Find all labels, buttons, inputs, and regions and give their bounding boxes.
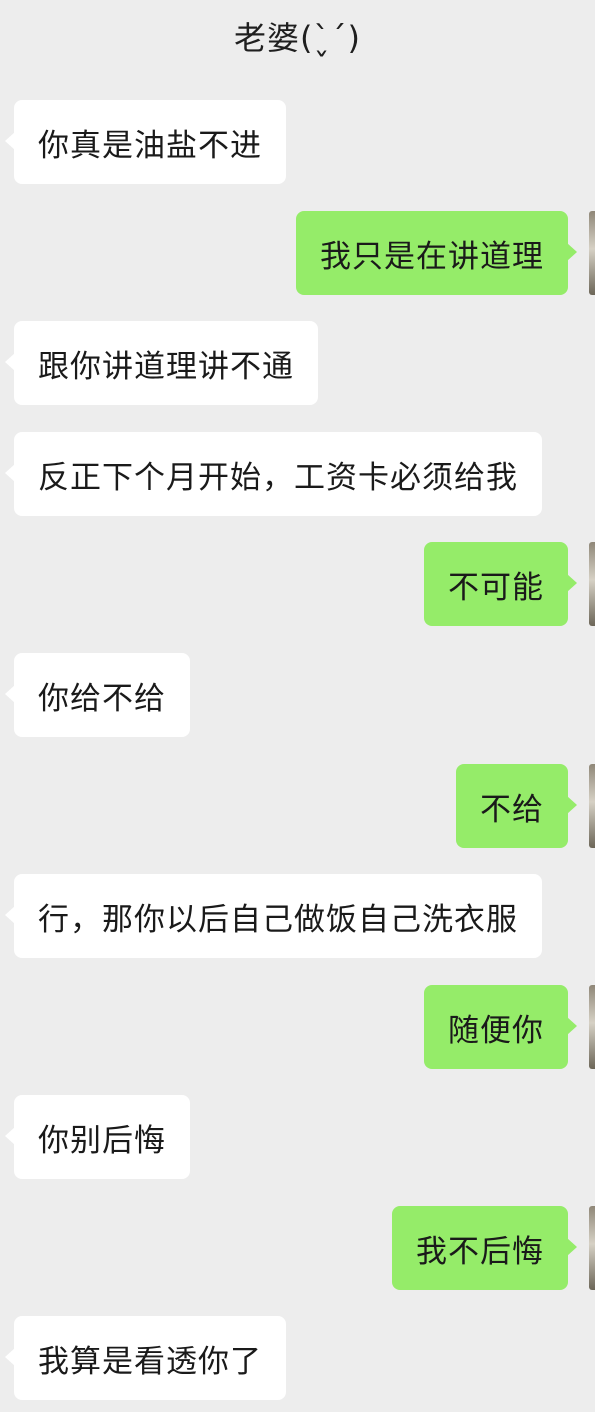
message-outgoing[interactable]: 随便你: [424, 985, 577, 1069]
my-avatar[interactable]: [589, 1206, 595, 1290]
message-outgoing[interactable]: 不给: [456, 764, 577, 848]
my-avatar[interactable]: [589, 985, 595, 1069]
my-avatar[interactable]: [589, 211, 595, 295]
message-incoming[interactable]: 行，那你以后自己做饭自己洗衣服: [5, 874, 542, 958]
message-incoming[interactable]: 你真是油盐不进: [5, 100, 286, 184]
message-outgoing[interactable]: 不可能: [424, 542, 577, 626]
chat-title: 老婆(ˋ̬ˊ): [234, 19, 361, 57]
my-avatar[interactable]: [589, 764, 595, 848]
message-outgoing[interactable]: 我只是在讲道理: [296, 211, 577, 295]
message-outgoing[interactable]: 我不后悔: [392, 1206, 577, 1290]
message-incoming[interactable]: 你给不给: [5, 653, 190, 737]
message-incoming[interactable]: 你别后悔: [5, 1095, 190, 1179]
message-incoming[interactable]: 我算是看透你了: [5, 1316, 286, 1400]
chat-header: 老婆(ˋ̬ˊ): [0, 0, 595, 72]
message-incoming[interactable]: 反正下个月开始，工资卡必须给我: [5, 432, 542, 516]
message-incoming[interactable]: 跟你讲道理讲不通: [5, 321, 318, 405]
my-avatar[interactable]: [589, 542, 595, 626]
